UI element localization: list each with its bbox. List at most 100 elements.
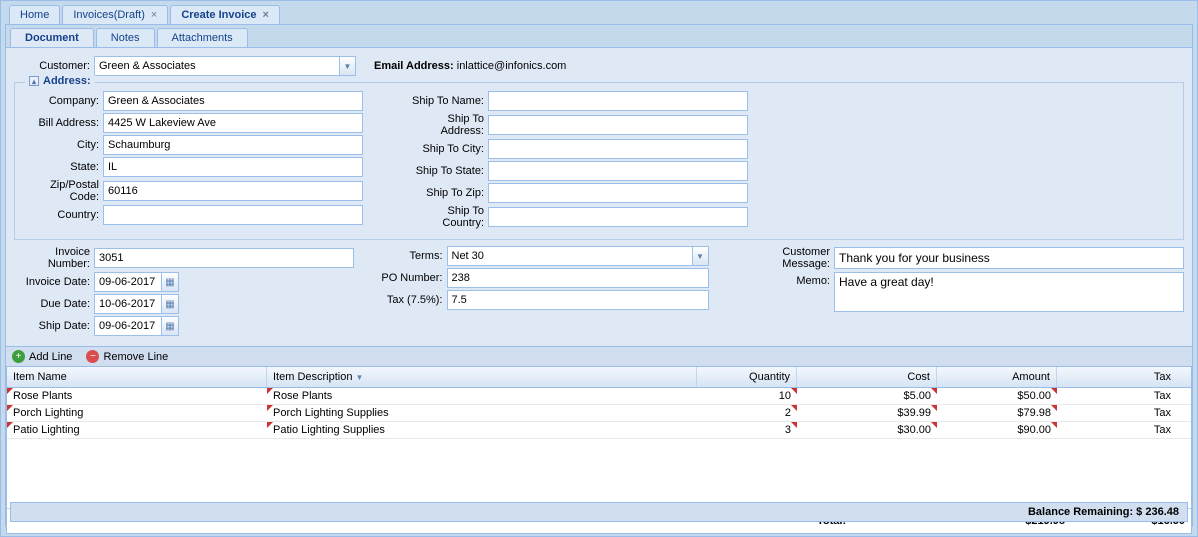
- cell-qty[interactable]: 3: [697, 422, 797, 438]
- tab-create-invoice[interactable]: Create Invoice×: [170, 5, 280, 24]
- calendar-icon[interactable]: ▦: [162, 272, 179, 292]
- main-tabbar: Home Invoices(Draft)× Create Invoice×: [5, 5, 1193, 24]
- invoice-number-input[interactable]: [94, 248, 354, 268]
- sort-desc-icon: ▼: [355, 373, 363, 382]
- cell-tax[interactable]: Tax: [1057, 422, 1177, 438]
- calendar-icon[interactable]: ▦: [162, 294, 179, 314]
- label-shipcountry: Ship To Country:: [403, 205, 488, 229]
- chevron-down-icon[interactable]: ▼: [339, 56, 356, 76]
- state-input[interactable]: [103, 157, 363, 177]
- company-input[interactable]: [103, 91, 363, 111]
- zip-input[interactable]: [103, 181, 363, 201]
- cell-cost[interactable]: $5.00: [797, 388, 937, 404]
- tax-input[interactable]: [447, 290, 709, 310]
- table-row[interactable]: Patio Lighting Patio Lighting Supplies 3…: [7, 422, 1191, 439]
- customer-combo[interactable]: ▼: [94, 56, 356, 76]
- label-duedate: Due Date:: [14, 298, 94, 310]
- col-amount[interactable]: Amount: [937, 367, 1057, 387]
- label-shipaddr: Ship To Address:: [403, 113, 488, 137]
- close-icon[interactable]: ×: [263, 9, 269, 21]
- ship-date-field[interactable]: ▦: [94, 316, 179, 336]
- label-ponum: PO Number:: [377, 272, 447, 284]
- label-shipcity: Ship To City:: [403, 143, 488, 155]
- country-input[interactable]: [103, 205, 363, 225]
- cell-amt[interactable]: $79.98: [937, 405, 1057, 421]
- label-terms: Terms:: [377, 250, 447, 262]
- ship-country-input[interactable]: [488, 207, 748, 227]
- tab-home[interactable]: Home: [9, 5, 60, 24]
- cell-qty[interactable]: 10: [697, 388, 797, 404]
- cell-desc[interactable]: Rose Plants: [267, 388, 697, 404]
- email-value: inlattice@infonics.com: [457, 60, 567, 72]
- memo-input[interactable]: Have a great day!: [834, 272, 1184, 312]
- line-toolbar: +Add Line −Remove Line: [6, 346, 1192, 367]
- invoice-date-input[interactable]: [94, 272, 162, 292]
- cell-item[interactable]: Porch Lighting: [7, 405, 267, 421]
- grid-header: Item Name Item Description▼ Quantity Cos…: [7, 367, 1191, 388]
- sub-tabbar: Document Notes Attachments: [6, 25, 1192, 48]
- label-tax: Tax (7.5%):: [377, 294, 447, 306]
- minus-icon: −: [86, 350, 99, 363]
- close-icon[interactable]: ×: [151, 9, 157, 21]
- ship-state-input[interactable]: [488, 161, 748, 181]
- cell-item[interactable]: Patio Lighting: [7, 422, 267, 438]
- cell-tax[interactable]: Tax: [1057, 405, 1177, 421]
- subtab-document[interactable]: Document: [10, 28, 94, 47]
- app-window: Home Invoices(Draft)× Create Invoice× Do…: [0, 0, 1198, 537]
- ship-name-input[interactable]: [488, 91, 748, 111]
- cell-qty[interactable]: 2: [697, 405, 797, 421]
- customer-message-input[interactable]: [834, 247, 1184, 269]
- city-input[interactable]: [103, 135, 363, 155]
- label-memo: Memo:: [739, 272, 834, 287]
- label-customer: Customer:: [14, 60, 94, 72]
- table-row[interactable]: Rose Plants Rose Plants 10 $5.00 $50.00 …: [7, 388, 1191, 405]
- label-shipname: Ship To Name:: [403, 95, 488, 107]
- col-item-desc[interactable]: Item Description▼: [267, 367, 697, 387]
- label-shipstate: Ship To State:: [403, 165, 488, 177]
- label-state: State:: [23, 161, 103, 173]
- calendar-icon[interactable]: ▦: [162, 316, 179, 336]
- address-fieldset: ▴ Address: Company: Bill Address: City: …: [14, 82, 1184, 240]
- remove-line-button[interactable]: −Remove Line: [86, 350, 168, 363]
- terms-input[interactable]: [447, 246, 692, 266]
- col-quantity[interactable]: Quantity: [697, 367, 797, 387]
- ship-address-input[interactable]: [488, 115, 748, 135]
- due-date-input[interactable]: [94, 294, 162, 314]
- status-bar: Balance Remaining: $ 236.48: [10, 502, 1188, 522]
- subtab-notes[interactable]: Notes: [96, 28, 155, 47]
- add-line-button[interactable]: +Add Line: [12, 350, 72, 363]
- col-item-name[interactable]: Item Name: [7, 367, 267, 387]
- cell-desc[interactable]: Patio Lighting Supplies: [267, 422, 697, 438]
- terms-combo[interactable]: ▼: [447, 246, 709, 266]
- grid-body[interactable]: Rose Plants Rose Plants 10 $5.00 $50.00 …: [7, 388, 1191, 508]
- invoice-date-field[interactable]: ▦: [94, 272, 179, 292]
- cell-desc[interactable]: Porch Lighting Supplies: [267, 405, 697, 421]
- label-billaddress: Bill Address:: [23, 117, 103, 129]
- cell-amt[interactable]: $50.00: [937, 388, 1057, 404]
- ship-city-input[interactable]: [488, 139, 748, 159]
- label-country: Country:: [23, 209, 103, 221]
- bill-address-input[interactable]: [103, 113, 363, 133]
- plus-icon: +: [12, 350, 25, 363]
- address-legend: Address:: [43, 75, 91, 87]
- cell-cost[interactable]: $39.99: [797, 405, 937, 421]
- table-row[interactable]: Porch Lighting Porch Lighting Supplies 2…: [7, 405, 1191, 422]
- cell-tax[interactable]: Tax: [1057, 388, 1177, 404]
- cell-item[interactable]: Rose Plants: [7, 388, 267, 404]
- cell-amt[interactable]: $90.00: [937, 422, 1057, 438]
- ship-date-input[interactable]: [94, 316, 162, 336]
- due-date-field[interactable]: ▦: [94, 294, 179, 314]
- subtab-attachments[interactable]: Attachments: [157, 28, 248, 47]
- label-shipzip: Ship To Zip:: [403, 187, 488, 199]
- chevron-down-icon[interactable]: ▼: [692, 246, 709, 266]
- cell-cost[interactable]: $30.00: [797, 422, 937, 438]
- tab-invoices-draft[interactable]: Invoices(Draft)×: [62, 5, 168, 24]
- collapse-icon[interactable]: ▴: [29, 76, 39, 86]
- label-invdate: Invoice Date:: [14, 276, 94, 288]
- ship-zip-input[interactable]: [488, 183, 748, 203]
- col-tax[interactable]: Tax: [1057, 367, 1177, 387]
- label-invnum: Invoice Number:: [14, 246, 94, 270]
- col-cost[interactable]: Cost: [797, 367, 937, 387]
- customer-input[interactable]: [94, 56, 339, 76]
- po-number-input[interactable]: [447, 268, 709, 288]
